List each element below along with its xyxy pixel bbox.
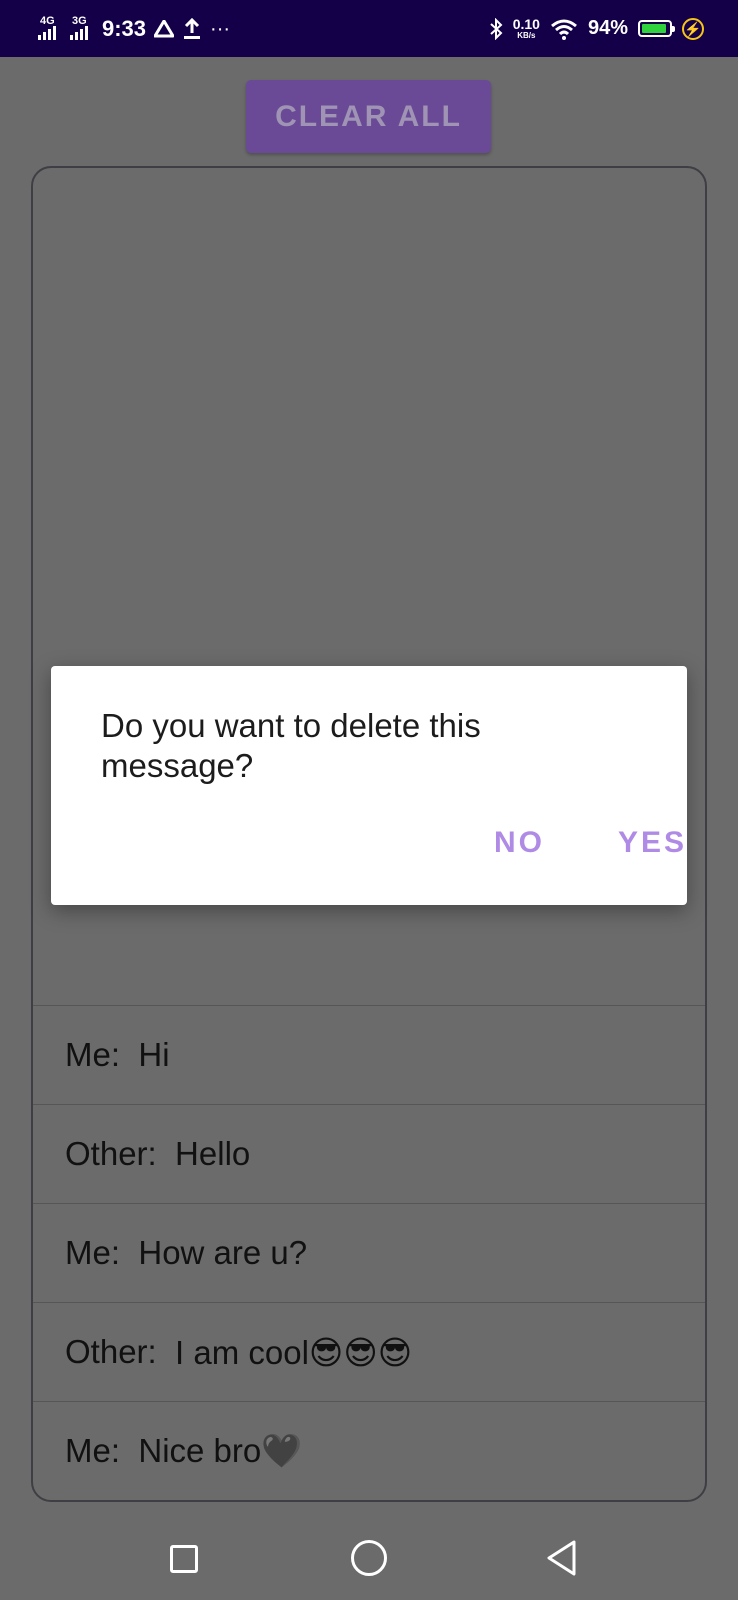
message-row[interactable]: Other: Hello — [33, 1104, 705, 1203]
battery-fill — [642, 24, 667, 33]
speed-unit: KB/s — [517, 30, 536, 40]
yes-button[interactable]: YES — [618, 826, 687, 860]
signal-4g-icon: 4G — [38, 15, 62, 42]
wifi-icon — [551, 19, 577, 40]
more-icon: ··· — [210, 17, 231, 40]
message-row[interactable]: Me: How are u? — [33, 1203, 705, 1302]
delete-confirm-dialog: Do you want to delete this message? NO Y… — [51, 666, 687, 905]
status-time: 9:33 — [102, 15, 147, 41]
drive-icon — [154, 19, 175, 37]
status-bar-left: 4G 3G 9:33 ··· — [38, 0, 230, 57]
message-text: Hello — [175, 1135, 251, 1172]
message-list: Me: Hi Other: Hello Me: How are u? Other: I… — [33, 1005, 705, 1500]
message-text: How are u? — [138, 1234, 308, 1271]
home-icon[interactable] — [351, 1540, 387, 1576]
speed-value: 0.10 — [512, 15, 540, 32]
recent-apps-icon[interactable] — [170, 1545, 198, 1573]
message-row[interactable]: Me: Hi — [33, 1005, 705, 1104]
signal-3g-icon: 3G — [70, 15, 94, 42]
battery-percent: 94% — [587, 17, 628, 39]
message-text: Nice bro🖤 — [138, 1431, 303, 1469]
status-bar: 4G 3G 9:33 ··· 0.10 KB/s 94% ⚡ — [0, 0, 738, 57]
clear-all-button[interactable]: CLEAR ALL — [246, 80, 491, 153]
network-speed: 0.10 KB/s — [513, 17, 540, 41]
message-text: Hi — [138, 1036, 170, 1073]
bluetooth-icon — [490, 17, 503, 40]
message-sender: Other: — [65, 1333, 157, 1370]
message-row[interactable]: Me: Nice bro🖤 — [33, 1401, 705, 1500]
upload-icon — [184, 17, 201, 39]
battery-icon — [638, 20, 675, 37]
back-icon[interactable] — [545, 1539, 577, 1577]
message-sender: Me: — [65, 1432, 121, 1469]
no-button[interactable]: NO — [494, 826, 545, 860]
message-text: I am cool😎😎😎 — [175, 1333, 413, 1371]
charging-icon: ⚡ — [682, 17, 704, 40]
message-sender: Other: — [65, 1135, 157, 1172]
message-sender: Me: — [65, 1036, 121, 1073]
message-row[interactable]: Other: I am cool😎😎😎 — [33, 1302, 705, 1401]
status-bar-right: 0.10 KB/s 94% ⚡ — [489, 0, 704, 57]
navigation-bar — [0, 1502, 738, 1600]
dialog-message: Do you want to delete this message? — [101, 707, 481, 784]
message-sender: Me: — [65, 1234, 121, 1271]
